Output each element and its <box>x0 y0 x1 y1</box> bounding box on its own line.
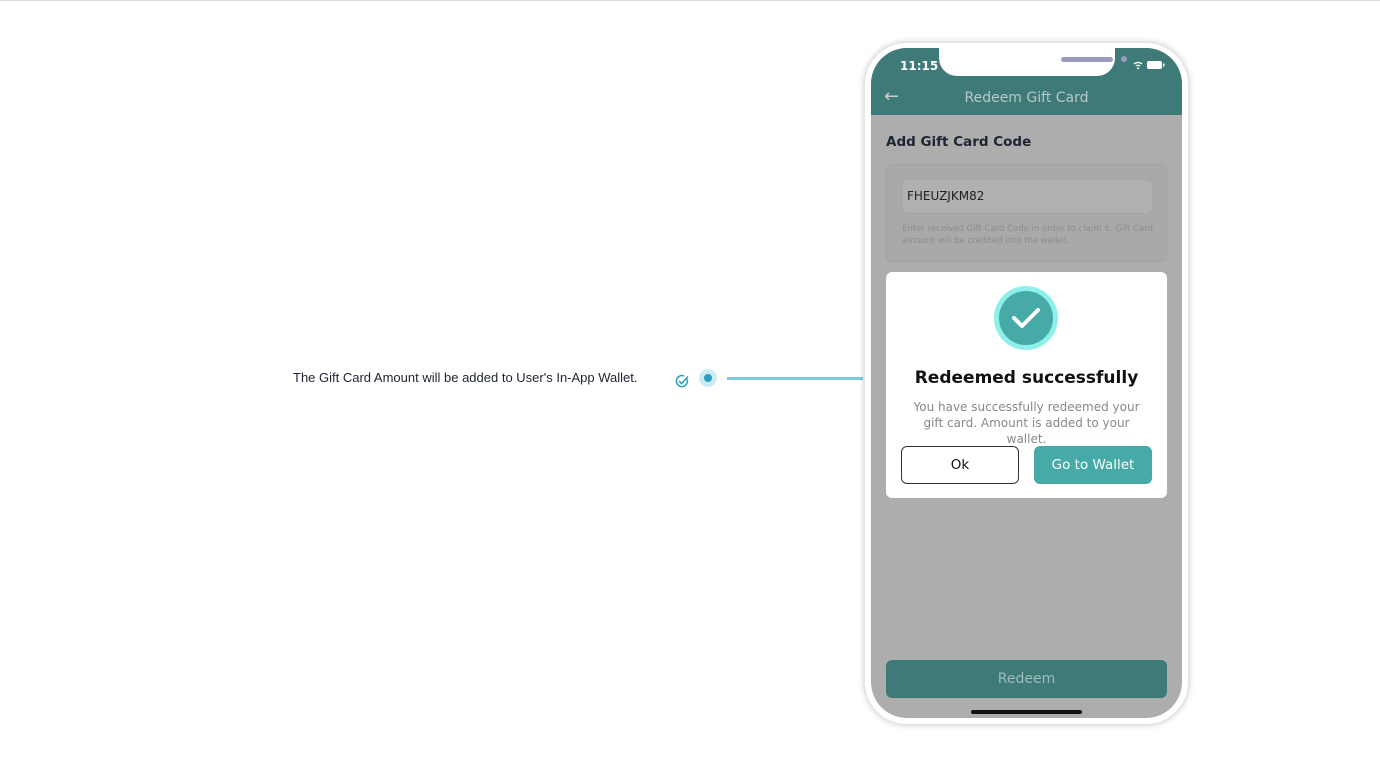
success-dialog: Redeemed successfully You have successfu… <box>886 272 1167 498</box>
gift-card-code-input[interactable]: FHEUZJKM82 <box>901 179 1153 214</box>
redeem-button[interactable]: Redeem <box>886 660 1167 698</box>
dialog-message: You have successfully redeemed your gift… <box>913 400 1140 446</box>
check-circle-icon <box>675 374 689 388</box>
wifi-battery-icon <box>1132 60 1166 73</box>
app-header: 11:15 ← Redeem Gift Card <box>871 48 1182 115</box>
home-indicator <box>971 710 1082 714</box>
code-card: FHEUZJKM82 Enter received Gift Card Code… <box>886 164 1167 262</box>
phone-screen: 11:15 ← Redeem Gift Card Add Gift Card C… <box>871 48 1182 718</box>
hint-text: Enter received Gift Card Code in order t… <box>902 224 1153 246</box>
annotation-connector <box>727 377 865 380</box>
dialog-title: Redeemed successfully <box>914 368 1139 388</box>
notch <box>939 48 1127 76</box>
status-time: 11:15 <box>900 59 939 73</box>
screen-title: Redeem Gift Card <box>964 90 1089 106</box>
ok-button[interactable]: Ok <box>901 446 1019 484</box>
success-check-icon <box>994 286 1058 350</box>
go-to-wallet-button[interactable]: Go to Wallet <box>1034 446 1152 484</box>
annotation-marker <box>699 369 717 387</box>
annotation-text: The Gift Card Amount will be added to Us… <box>293 370 638 385</box>
section-title: Add Gift Card Code <box>886 134 1032 150</box>
